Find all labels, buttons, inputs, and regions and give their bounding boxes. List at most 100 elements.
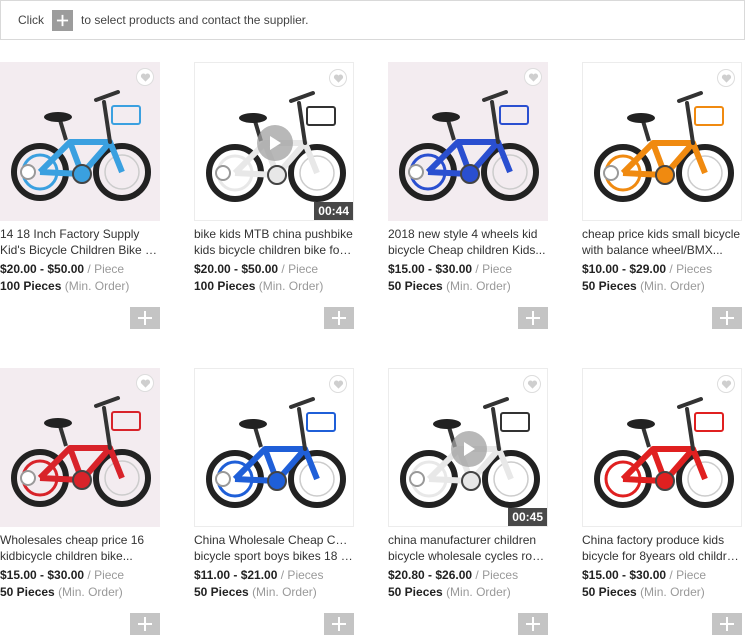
add-to-compare-button[interactable]: [712, 307, 742, 329]
moq-quantity: 50 Pieces: [388, 279, 443, 293]
price-range: $20.80 - $26.00: [388, 568, 473, 582]
price-range: $20.00 - $50.00: [194, 262, 279, 276]
product-title-line[interactable]: Kid's Bicycle Children Bike fo...: [0, 242, 160, 258]
product-image[interactable]: [0, 62, 160, 221]
product-price: $15.00 - $30.00 / Piece: [388, 262, 512, 276]
product-title-line[interactable]: bicycle sport boys bikes 18 1...: [194, 548, 354, 564]
product-image[interactable]: 00:44: [194, 62, 354, 221]
product-image[interactable]: [0, 368, 160, 527]
moq-quantity: 50 Pieces: [0, 585, 55, 599]
heart-icon[interactable]: [524, 68, 542, 86]
plus-icon: [332, 617, 346, 631]
product-title[interactable]: bike kids MTB china pushbike kids bicycl…: [194, 226, 354, 258]
product-title[interactable]: china manufacturer children bicycle whol…: [388, 532, 548, 564]
product-price: $11.00 - $21.00 / Pieces: [194, 568, 323, 582]
product-price: $15.00 - $30.00 / Piece: [582, 568, 706, 582]
toolbar-click-text: Click: [18, 13, 44, 27]
moq-label: (Min. Order): [252, 585, 317, 599]
price-unit: / Piece: [475, 262, 513, 276]
add-to-compare-button[interactable]: [130, 307, 160, 329]
product-title-line[interactable]: 2018 new style 4 wheels kid: [388, 226, 548, 242]
min-order: 100 Pieces (Min. Order): [0, 279, 129, 293]
product-image[interactable]: [388, 62, 548, 221]
add-to-compare-button[interactable]: [324, 307, 354, 329]
product-image[interactable]: 00:45: [388, 368, 548, 527]
product-title-line[interactable]: bicycle wholesale cycles roa...: [388, 548, 548, 564]
plus-icon: [526, 311, 540, 325]
min-order: 50 Pieces (Min. Order): [582, 585, 705, 599]
product-title[interactable]: 2018 new style 4 wheels kid bicycle Chea…: [388, 226, 548, 258]
add-to-compare-button[interactable]: [518, 307, 548, 329]
moq-label: (Min. Order): [446, 279, 511, 293]
product-image[interactable]: [582, 368, 742, 527]
add-to-compare-button[interactable]: [518, 613, 548, 635]
play-icon[interactable]: [257, 125, 293, 161]
price-range: $10.00 - $29.00: [582, 262, 667, 276]
price-range: $11.00 - $21.00: [194, 568, 278, 582]
moq-quantity: 100 Pieces: [194, 279, 256, 293]
product-title-line[interactable]: cheap price kids small bicycle: [582, 226, 742, 242]
product-title-line[interactable]: kidbicycle children bike...: [0, 548, 160, 564]
product-title-line[interactable]: bike kids MTB china pushbike: [194, 226, 354, 242]
video-duration: 00:44: [314, 202, 353, 220]
heart-icon[interactable]: [717, 375, 735, 393]
add-to-compare-button[interactable]: [130, 613, 160, 635]
min-order: 50 Pieces (Min. Order): [0, 585, 123, 599]
video-duration: 00:45: [508, 508, 547, 526]
plus-icon: [720, 617, 734, 631]
moq-quantity: 50 Pieces: [194, 585, 249, 599]
product-price: $10.00 - $29.00 / Pieces: [582, 262, 712, 276]
moq-label: (Min. Order): [64, 279, 130, 293]
play-icon[interactable]: [451, 431, 487, 467]
product-title-line[interactable]: China Wholesale Cheap Child: [194, 532, 354, 548]
toolbar-instruction-text: to select products and contact the suppl…: [81, 13, 309, 27]
heart-icon[interactable]: [136, 68, 154, 86]
min-order: 50 Pieces (Min. Order): [388, 279, 511, 293]
plus-icon: [332, 311, 346, 325]
compare-toolbar: Click to select products and contact the…: [0, 0, 745, 40]
product-title[interactable]: Wholesales cheap price 16 kidbicycle chi…: [0, 532, 160, 564]
moq-quantity: 100 Pieces: [0, 279, 62, 293]
price-unit: / Pieces: [280, 568, 324, 582]
product-title-line[interactable]: bicycle Cheap children Kids...: [388, 242, 548, 258]
product-title[interactable]: 14 18 Inch Factory Supply Kid's Bicycle …: [0, 226, 160, 258]
price-range: $20.00 - $50.00: [0, 262, 85, 276]
plus-icon: [138, 617, 152, 631]
plus-icon: [526, 617, 540, 631]
moq-quantity: 50 Pieces: [582, 585, 637, 599]
product-title[interactable]: cheap price kids small bicycle with bala…: [582, 226, 742, 258]
heart-icon[interactable]: [329, 375, 347, 393]
heart-icon[interactable]: [136, 374, 154, 392]
add-to-compare-button[interactable]: [324, 613, 354, 635]
plus-icon: [138, 311, 152, 325]
add-to-compare-button[interactable]: [712, 613, 742, 635]
product-image[interactable]: [194, 368, 354, 527]
price-range: $15.00 - $30.00: [388, 262, 473, 276]
plus-icon: [52, 9, 73, 31]
price-unit: / Piece: [281, 262, 319, 276]
product-title[interactable]: China Wholesale Cheap Child bicycle spor…: [194, 532, 354, 564]
moq-label: (Min. Order): [640, 279, 705, 293]
heart-icon[interactable]: [523, 375, 541, 393]
heart-icon[interactable]: [329, 69, 347, 87]
product-price: $15.00 - $30.00 / Piece: [0, 568, 124, 582]
price-range: $15.00 - $30.00: [0, 568, 85, 582]
product-title-line[interactable]: 14 18 Inch Factory Supply: [0, 226, 160, 242]
product-title-line[interactable]: China factory produce kids: [582, 532, 742, 548]
heart-icon[interactable]: [717, 69, 735, 87]
product-title-line[interactable]: china manufacturer children: [388, 532, 548, 548]
product-image[interactable]: [582, 62, 742, 221]
price-unit: / Piece: [87, 262, 125, 276]
moq-label: (Min. Order): [446, 585, 511, 599]
product-price: $20.80 - $26.00 / Pieces: [388, 568, 518, 582]
min-order: 100 Pieces (Min. Order): [194, 279, 323, 293]
product-title-line[interactable]: with balance wheel/BMX...: [582, 242, 742, 258]
min-order: 50 Pieces (Min. Order): [388, 585, 511, 599]
price-unit: / Piece: [669, 568, 707, 582]
moq-label: (Min. Order): [258, 279, 324, 293]
product-title-line[interactable]: kids bicycle children bike for ...: [194, 242, 354, 258]
product-title[interactable]: China factory produce kids bicycle for 8…: [582, 532, 742, 564]
product-title-line[interactable]: Wholesales cheap price 16: [0, 532, 160, 548]
moq-label: (Min. Order): [58, 585, 123, 599]
product-title-line[interactable]: bicycle for 8years old childre...: [582, 548, 742, 564]
